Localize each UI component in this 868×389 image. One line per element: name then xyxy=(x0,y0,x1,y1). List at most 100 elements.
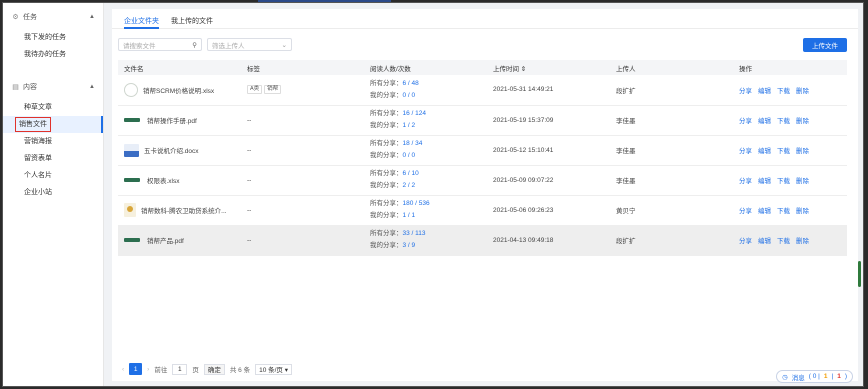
message-count-blue: ( 0 | xyxy=(808,373,820,380)
confirm-button[interactable]: 确定 xyxy=(203,363,225,375)
col-upload-time[interactable]: 上传时间 ⇕ xyxy=(487,60,610,75)
grid-icon: ▤ xyxy=(12,84,19,91)
share-link[interactable]: 分享 xyxy=(739,148,752,155)
search-icon[interactable]: ⚲ xyxy=(192,41,197,49)
edit-link[interactable]: 编辑 xyxy=(758,88,771,95)
all-shares: 所有分享：6 / 48 xyxy=(370,79,419,87)
file-name[interactable]: 销帮SCRM价格说明.xlsx xyxy=(143,85,214,95)
next-page-icon[interactable]: › xyxy=(147,366,149,373)
download-link[interactable]: 下载 xyxy=(777,238,790,245)
tab-my-uploads[interactable]: 我上传的文件 xyxy=(165,9,219,28)
sidebar-item-articles[interactable]: 种草文章 xyxy=(3,99,103,116)
sidebar-item-my-todo-tasks[interactable]: 我待办的任务 xyxy=(3,46,103,63)
col-actions: 操作 xyxy=(733,60,847,75)
edit-link[interactable]: 编辑 xyxy=(758,238,771,245)
my-shares-value[interactable]: 1 / 2 xyxy=(403,122,416,129)
share-link[interactable]: 分享 xyxy=(739,208,752,215)
prev-page-icon[interactable]: ‹ xyxy=(122,366,124,373)
all-shares-value[interactable]: 16 / 124 xyxy=(403,110,427,117)
sidebar: ⚙ 任务 ▲ 我下发的任务 我待办的任务 ▤ 内容 ▲ 种草文章 销售文件 营销… xyxy=(3,3,104,386)
share-link[interactable]: 分享 xyxy=(739,88,752,95)
upload-time: 2021-05-31 14:49:21 xyxy=(487,75,610,106)
all-shares-value[interactable]: 33 / 113 xyxy=(403,230,426,237)
delete-link[interactable]: 删除 xyxy=(796,208,809,215)
sidebar-item-site[interactable]: 企业小站 xyxy=(3,184,103,201)
message-widget[interactable]: ◷ 消息 ( 0 | 1 | 1 ) xyxy=(776,370,853,383)
my-shares: 我的分享：2 / 2 xyxy=(370,182,416,189)
my-shares-value[interactable]: 0 / 0 xyxy=(403,92,416,99)
message-label: 消息 xyxy=(791,374,805,382)
tab-company-folder[interactable]: 企业文件夹 xyxy=(118,9,165,29)
upload-time: 2021-04-13 09:49:18 xyxy=(487,225,610,256)
goto-page-input[interactable]: 1 xyxy=(172,363,188,375)
sidebar-group-content[interactable]: ▤ 内容 ▲ xyxy=(3,75,103,99)
sidebar-item-forms[interactable]: 留资表单 xyxy=(3,150,103,167)
delete-link[interactable]: 删除 xyxy=(796,118,809,125)
message-count-orange: 1 xyxy=(823,373,828,380)
file-thumbnail-icon xyxy=(124,143,139,157)
uploader-name: 李佳墨 xyxy=(610,135,733,166)
page-number-current[interactable]: 1 xyxy=(129,363,143,375)
page-size-select[interactable]: 10 条/页 ▾ xyxy=(255,363,292,375)
sidebar-item-sales-files[interactable]: 销售文件 xyxy=(3,116,103,133)
my-shares-value[interactable]: 2 / 2 xyxy=(403,182,416,189)
uploader-select[interactable]: 筛选上传人 ⌄ xyxy=(207,38,292,51)
delete-link[interactable]: 删除 xyxy=(796,148,809,155)
my-shares: 我的分享：0 / 0 xyxy=(370,91,416,99)
sidebar-item-business-card[interactable]: 个人名片 xyxy=(3,167,103,184)
file-name[interactable]: 销帮操作手册.pdf xyxy=(147,115,197,125)
download-link[interactable]: 下载 xyxy=(777,208,790,215)
pagination: ‹ 1 › 前往 1 页 确定 共 6 条 10 条/页 ▾ xyxy=(122,363,292,375)
share-link[interactable]: 分享 xyxy=(739,238,752,245)
all-shares-value[interactable]: 18 / 34 xyxy=(403,140,423,147)
uploader-name: 黄贝宁 xyxy=(610,195,733,226)
page-unit-label: 页 xyxy=(192,367,199,374)
all-shares-value[interactable]: 6 / 10 xyxy=(403,170,419,177)
sidebar-item-my-issued-tasks[interactable]: 我下发的任务 xyxy=(3,29,103,46)
file-name[interactable]: 权限表.xlsx xyxy=(147,175,180,185)
tab-bar: 企业文件夹 我上传的文件 xyxy=(112,9,858,29)
share-link[interactable]: 分享 xyxy=(739,118,752,125)
file-name[interactable]: 销帮产品.pdf xyxy=(147,235,184,245)
share-link[interactable]: 分享 xyxy=(739,178,752,185)
my-shares-value[interactable]: 1 / 1 xyxy=(403,212,416,219)
download-link[interactable]: 下载 xyxy=(777,148,790,155)
all-shares: 所有分享：18 / 34 xyxy=(370,140,423,147)
table-row: 五卡说机介绍.docx -- 所有分享：18 / 34 我的分享：0 / 0 2… xyxy=(118,135,847,166)
chevron-up-icon: ▲ xyxy=(89,14,95,20)
edit-link[interactable]: 编辑 xyxy=(758,178,771,185)
search-input[interactable]: 请搜索文件 ⚲ xyxy=(118,38,202,51)
file-name[interactable]: 销帮数科-腾农卫助贷系统介... xyxy=(141,205,227,215)
file-table: 文件名 标签 阅读人数/次数 上传时间 ⇕ 上传人 操作 销帮SCRM价格说明.… xyxy=(118,60,847,256)
download-link[interactable]: 下载 xyxy=(777,178,790,185)
total-count: 共 6 条 xyxy=(229,367,251,374)
message-icon: ◷ xyxy=(782,373,788,381)
uploader-name: 李佳墨 xyxy=(610,165,733,196)
edit-link[interactable]: 编辑 xyxy=(758,208,771,215)
file-name[interactable]: 五卡说机介绍.docx xyxy=(144,145,199,155)
edit-link[interactable]: 编辑 xyxy=(758,148,771,155)
goto-label: 前往 xyxy=(154,367,168,374)
file-thumbnail-icon xyxy=(124,178,140,182)
edit-link[interactable]: 编辑 xyxy=(758,118,771,125)
app-window: ⚙ 任务 ▲ 我下发的任务 我待办的任务 ▤ 内容 ▲ 种草文章 销售文件 营销… xyxy=(2,2,864,387)
upload-file-button[interactable]: 上传文件 xyxy=(803,38,847,52)
my-shares-value[interactable]: 3 / 9 xyxy=(403,242,416,249)
uploader-placeholder: 筛选上传人 xyxy=(212,42,245,50)
all-shares-value[interactable]: 180 / 536 xyxy=(403,200,430,207)
sidebar-group-tasks[interactable]: ⚙ 任务 ▲ xyxy=(3,5,103,29)
sidebar-item-posters[interactable]: 营销海报 xyxy=(3,133,103,150)
download-link[interactable]: 下载 xyxy=(777,118,790,125)
delete-link[interactable]: 删除 xyxy=(796,178,809,185)
delete-link[interactable]: 删除 xyxy=(796,88,809,95)
file-thumbnail-icon xyxy=(124,82,138,97)
search-placeholder: 请搜索文件 xyxy=(123,42,156,50)
file-thumbnail-icon xyxy=(124,238,140,242)
tag-badge: 销帮 xyxy=(264,85,282,95)
delete-link[interactable]: 删除 xyxy=(796,238,809,245)
download-link[interactable]: 下载 xyxy=(777,88,790,95)
all-shares-value[interactable]: 6 / 48 xyxy=(403,80,419,87)
tags-empty: -- xyxy=(247,236,252,244)
my-shares-value[interactable]: 0 / 0 xyxy=(403,152,416,159)
scrollbar-thumb[interactable] xyxy=(858,261,861,287)
